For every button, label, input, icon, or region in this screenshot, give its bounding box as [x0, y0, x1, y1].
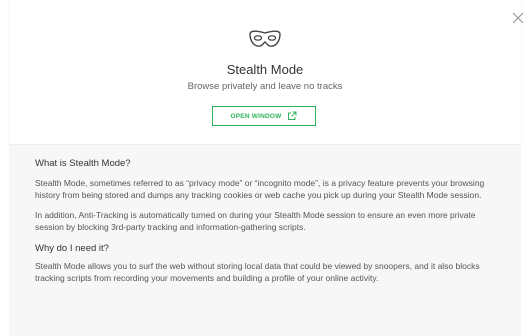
page-title: Stealth Mode: [226, 62, 304, 77]
answer-paragraph-2: In addition, Anti-Tracking is automatica…: [35, 210, 476, 232]
page-subtitle: Browse privately and leave no tracks: [187, 81, 343, 92]
info-content: What is Stealth Mode? Stealth Mode, some…: [35, 157, 505, 284]
close-icon[interactable]: [510, 10, 526, 26]
open-window-button[interactable]: OPEN WINDOW: [212, 106, 316, 126]
header-section: Stealth Mode Browse privately and leave …: [9, 0, 521, 145]
open-window-label: OPEN WINDOW: [230, 112, 282, 120]
answer-paragraph-1: Stealth Mode, sometimes referred to as “…: [35, 178, 485, 200]
stealth-mode-panel: Stealth Mode Browse privately and leave …: [0, 0, 530, 336]
question-what-is: What is Stealth Mode?: [35, 158, 131, 169]
info-section: What is Stealth Mode? Stealth Mode, some…: [9, 145, 521, 336]
mask-icon: [247, 29, 283, 49]
question-why-need: Why do I need it?: [35, 243, 109, 254]
answer-paragraph-3: Stealth Mode allows you to surf the web …: [35, 261, 480, 283]
external-link-icon: [288, 111, 297, 120]
